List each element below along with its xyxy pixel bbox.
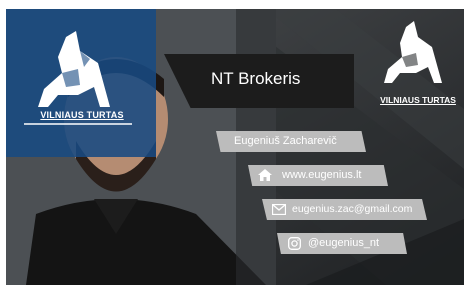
home-icon — [258, 169, 272, 181]
business-card: VILNIAUS TURTAS VILNIAUS TURTAS NT Broke… — [6, 9, 464, 285]
logo-text-right: VILNIAUS TURTAS — [380, 95, 456, 105]
instagram-text[interactable]: @eugenius_nt — [308, 233, 379, 254]
email-text[interactable]: eugenius.zac@gmail.com — [292, 199, 412, 220]
website-text[interactable]: www.eugenius.lt — [282, 165, 362, 186]
person-name: Eugeniuš Zacharevič — [234, 135, 337, 147]
mail-icon — [272, 204, 286, 215]
wolf-logo-icon — [24, 31, 132, 125]
logo-text-left: VILNIAUS TURTAS — [40, 110, 124, 120]
instagram-icon — [288, 237, 301, 250]
job-title: NT Brokeris — [211, 69, 301, 88]
